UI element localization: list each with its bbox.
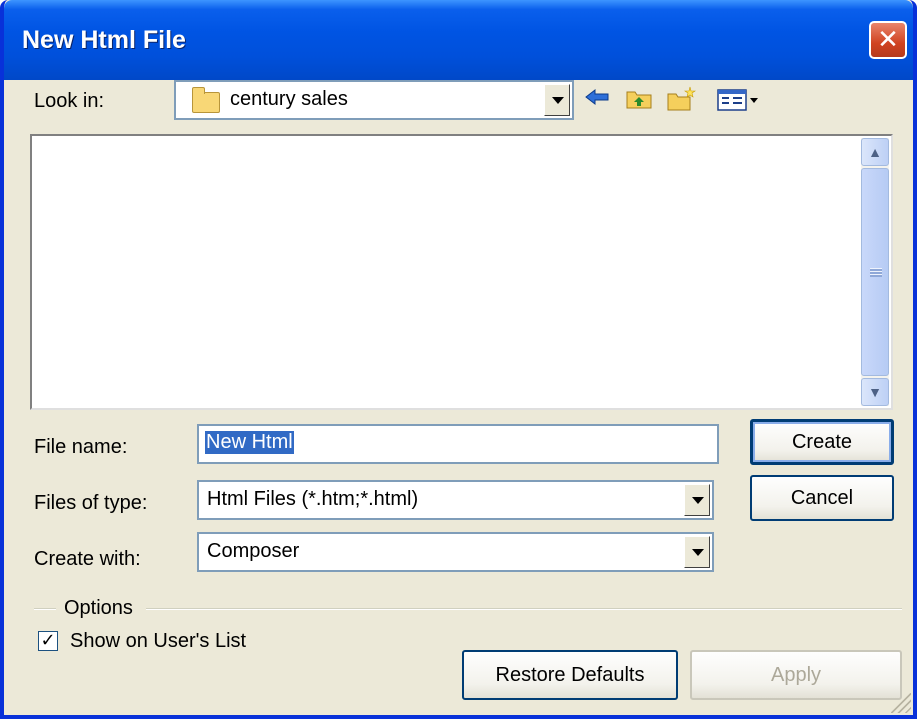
dialog-title: New Html File <box>22 26 186 54</box>
create-with-value: Composer <box>207 540 300 562</box>
title-bar[interactable]: New Html File ✕ <box>4 0 913 80</box>
options-group-line-left <box>34 608 56 610</box>
cancel-button[interactable]: Cancel <box>750 475 894 521</box>
show-on-users-list-checkbox[interactable]: ✓ <box>38 631 58 651</box>
restore-defaults-button[interactable]: Restore Defaults <box>462 650 678 700</box>
apply-button[interactable]: Apply <box>690 650 902 700</box>
grip-icon <box>870 268 882 277</box>
scroll-down-button[interactable]: ▼ <box>861 378 889 406</box>
look-in-value: century sales <box>230 88 348 110</box>
create-with-dropdown-button[interactable] <box>684 536 710 568</box>
files-of-type-dropdown-button[interactable] <box>684 484 710 516</box>
scroll-thumb[interactable] <box>861 168 889 376</box>
back-button[interactable] <box>582 86 612 116</box>
file-name-label: File name: <box>34 436 128 458</box>
back-arrow-icon <box>585 88 609 106</box>
folder-icon <box>192 87 220 113</box>
new-html-file-dialog: New Html File ✕ Look in: century sales ▲… <box>0 0 917 719</box>
create-button[interactable]: Create <box>750 419 894 465</box>
options-group-legend: Options <box>64 597 133 619</box>
close-icon: ✕ <box>877 24 899 54</box>
up-one-level-button[interactable] <box>624 86 654 116</box>
files-of-type-label: Files of type: <box>34 492 148 514</box>
create-new-folder-button[interactable] <box>666 86 696 116</box>
scroll-up-button[interactable]: ▲ <box>861 138 889 166</box>
view-menu-icon <box>717 89 758 111</box>
look-in-dropdown-button[interactable] <box>544 84 570 116</box>
file-list[interactable]: ▲ ▼ <box>30 134 893 410</box>
up-one-level-icon <box>626 91 652 109</box>
new-folder-icon <box>667 86 696 111</box>
look-in-label: Look in: <box>34 90 105 112</box>
file-name-value: New Html <box>205 431 294 454</box>
resize-grip-icon[interactable] <box>891 693 911 713</box>
checkmark-icon: ✓ <box>40 630 56 650</box>
options-group-line-right <box>146 608 902 610</box>
create-with-select[interactable]: Composer <box>197 532 714 572</box>
create-with-label: Create with: <box>34 548 141 570</box>
file-list-scrollbar[interactable]: ▲ ▼ <box>861 138 889 406</box>
files-of-type-value: Html Files (*.htm;*.html) <box>207 488 419 510</box>
show-on-users-list-label[interactable]: Show on User's List <box>70 630 246 653</box>
look-in-combobox[interactable]: century sales <box>174 80 574 120</box>
chevron-down-icon: ▼ <box>868 384 882 400</box>
view-menu-button[interactable] <box>714 86 762 116</box>
file-name-input[interactable]: New Html <box>197 424 719 464</box>
chevron-up-icon: ▲ <box>868 144 882 160</box>
close-button[interactable]: ✕ <box>869 21 907 59</box>
files-of-type-select[interactable]: Html Files (*.htm;*.html) <box>197 480 714 520</box>
